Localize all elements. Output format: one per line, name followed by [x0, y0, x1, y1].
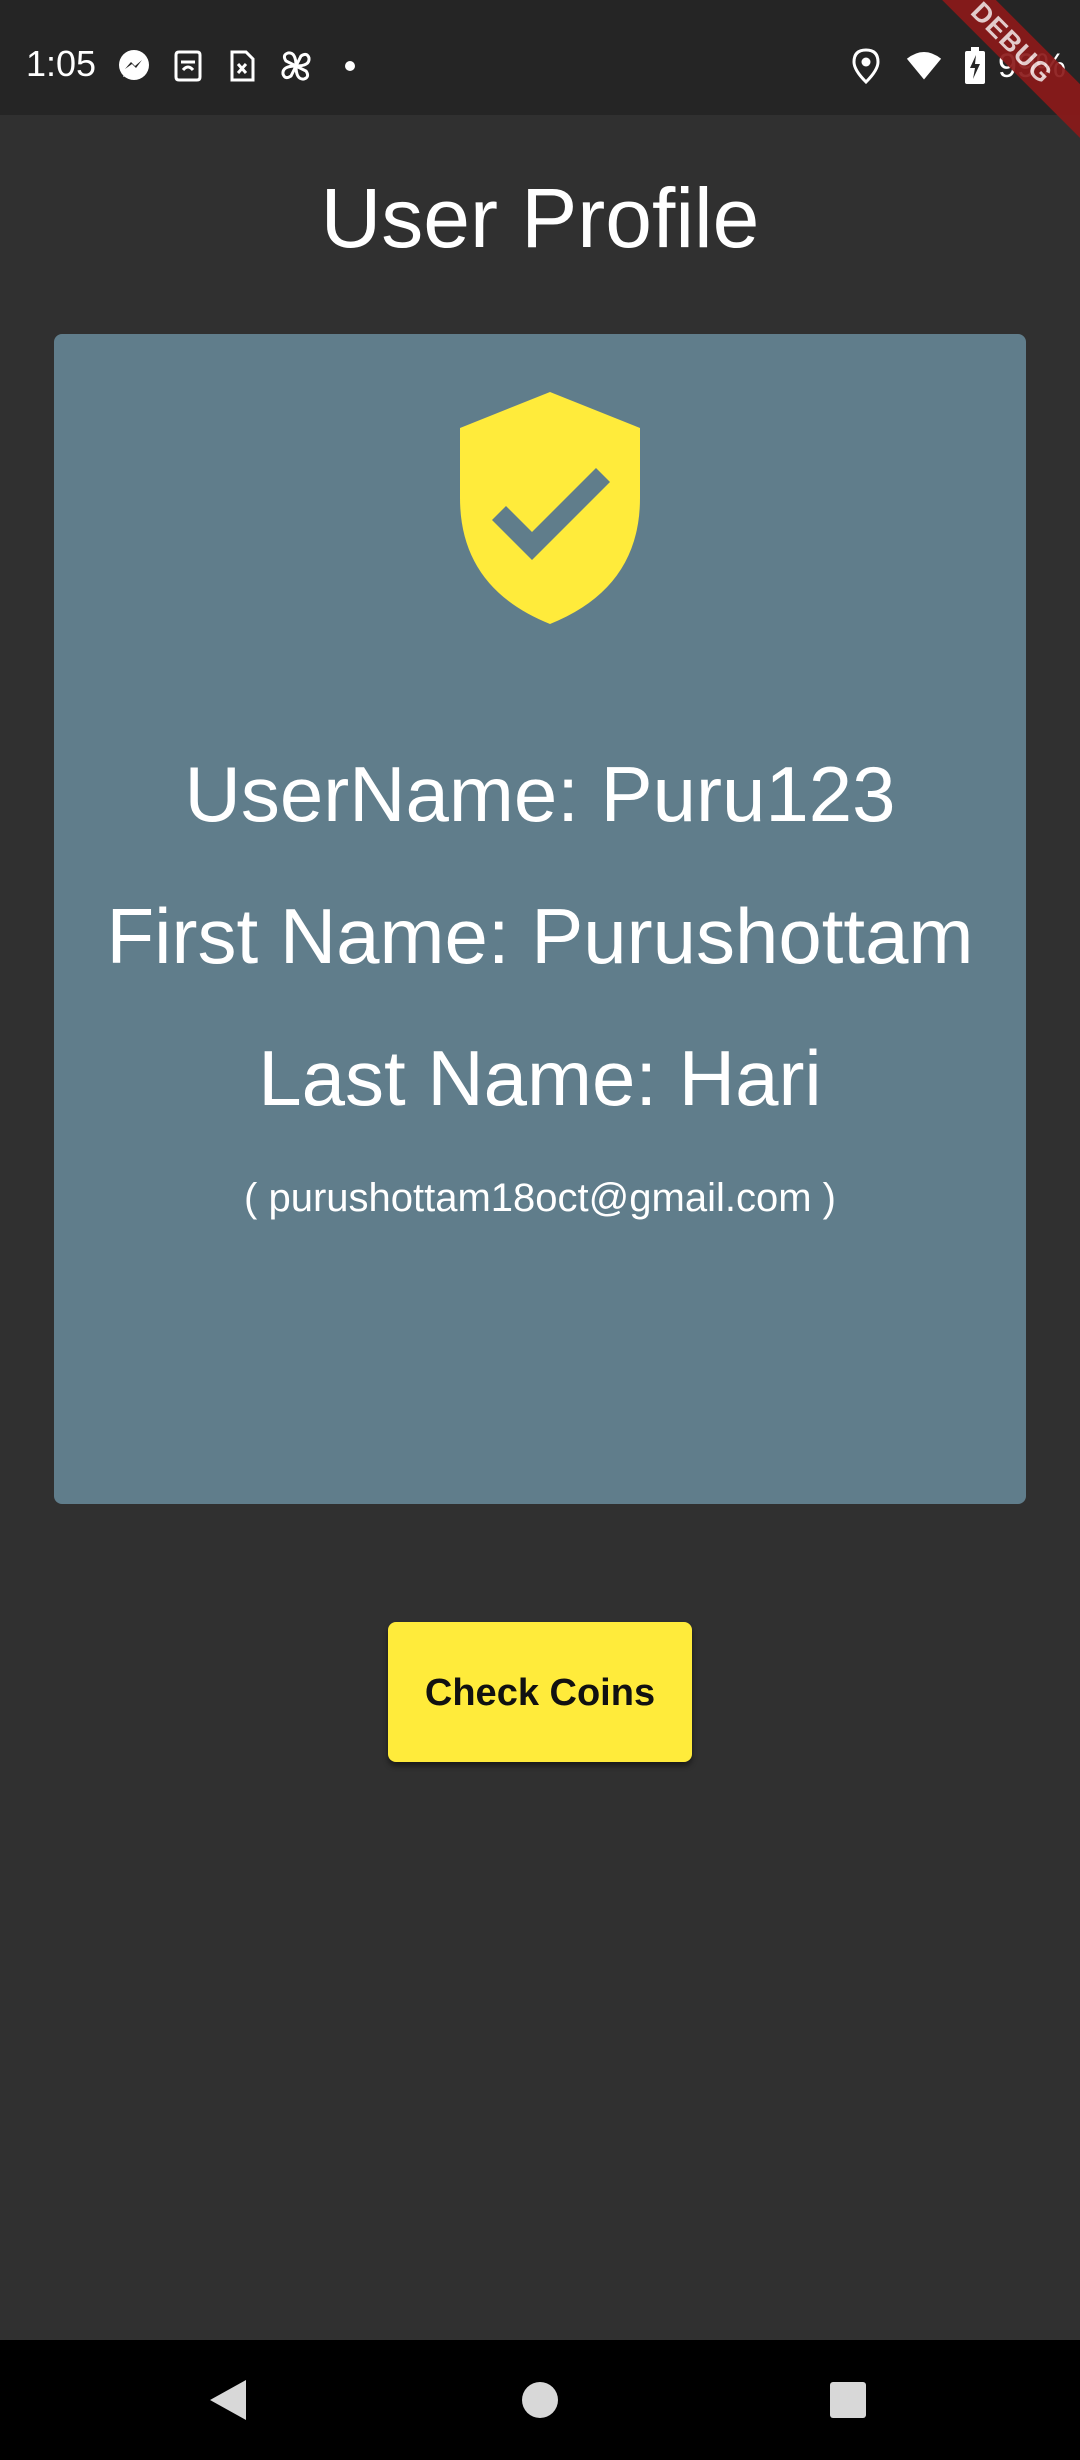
status-time: 1:05: [26, 43, 97, 84]
first-name-text: First Name: Purushottam: [106, 892, 974, 980]
status-notification-icons: [116, 46, 368, 86]
check-coins-button[interactable]: Check Coins: [388, 1622, 692, 1762]
wifi-icon: [906, 48, 942, 84]
location-icon: [848, 48, 884, 84]
back-icon[interactable]: [196, 2368, 260, 2432]
navigation-bar: [0, 2340, 1080, 2460]
dot-icon: [332, 48, 368, 84]
email-text: ( purushottam18oct@gmail.com ): [244, 1176, 836, 1220]
profile-card: UserName: Puru123 First Name: Purushotta…: [54, 334, 1026, 1504]
notification-app-icon: [170, 48, 206, 84]
status-bar: 1:05 DEBUG: [0, 0, 1080, 149]
sim-card-icon: [224, 48, 260, 84]
recents-icon[interactable]: [816, 2368, 880, 2432]
verified-shield-check-icon: [450, 388, 650, 628]
last-name-text: Last Name: Hari: [258, 1034, 822, 1122]
messenger-icon: [116, 48, 152, 84]
pinwheel-icon: [278, 48, 314, 84]
username-text: UserName: Puru123: [184, 750, 896, 838]
battery-charging-icon: [964, 47, 986, 84]
home-icon[interactable]: [508, 2368, 572, 2432]
page-title: User Profile: [320, 171, 760, 265]
